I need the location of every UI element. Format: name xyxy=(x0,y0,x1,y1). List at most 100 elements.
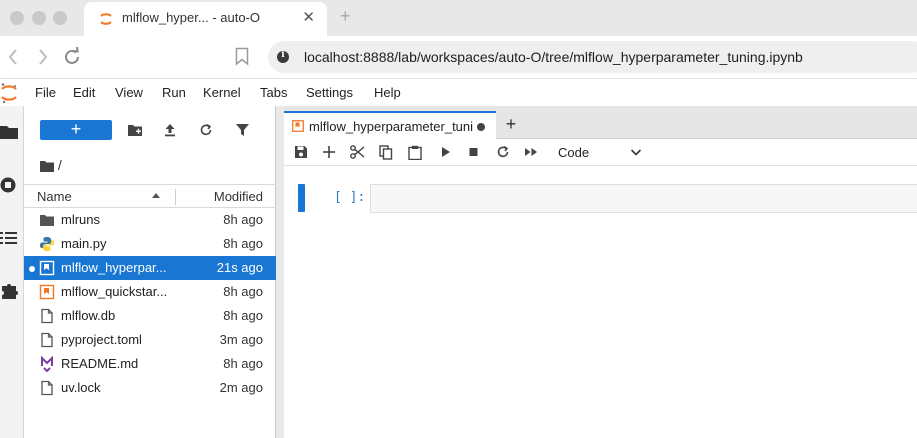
file-name: mlflow_hyperpar... xyxy=(61,260,167,275)
file-modified: 8h ago xyxy=(223,308,263,323)
chevron-down-icon[interactable] xyxy=(630,147,642,157)
notebook-toolbar: Code xyxy=(284,140,917,166)
menu-run[interactable]: Run xyxy=(162,85,186,100)
file-modified: 8h ago xyxy=(223,284,263,299)
window-close-button[interactable] xyxy=(10,11,24,25)
document-tab-bar: mlflow_hyperparameter_tuning.ipynb + xyxy=(284,106,917,139)
cut-icon[interactable] xyxy=(350,145,365,159)
file-list-header: Name Modified xyxy=(24,184,276,208)
file-name: main.py xyxy=(61,236,107,251)
refresh-icon[interactable] xyxy=(199,123,213,137)
file-icon xyxy=(41,308,53,324)
panel-resize-handle[interactable] xyxy=(276,106,284,438)
url-field[interactable]: localhost:8888/lab/workspaces/auto-O/tre… xyxy=(268,41,917,73)
cell-input-prompt: [ ]: xyxy=(334,190,366,205)
menu-bar: File Edit View Run Kernel Tabs Settings … xyxy=(0,78,917,106)
column-separator[interactable] xyxy=(175,189,176,205)
menu-settings[interactable]: Settings xyxy=(306,85,353,100)
reload-icon[interactable] xyxy=(60,45,84,69)
site-info-icon[interactable] xyxy=(277,50,289,63)
file-modified: 21s ago xyxy=(216,260,263,275)
restart-kernel-icon[interactable] xyxy=(496,145,510,159)
close-tab-icon[interactable]: ✕ xyxy=(302,10,315,25)
menu-file[interactable]: File xyxy=(35,85,56,100)
window-zoom-button[interactable] xyxy=(53,11,67,25)
file-row-main-py[interactable]: main.py 8h ago xyxy=(24,232,276,256)
cell-type-dropdown[interactable]: Code xyxy=(558,145,589,160)
browser-tab[interactable]: mlflow_hyper... - auto-O ✕ xyxy=(84,2,327,36)
file-browser: + / Name Modified mlruns 8h ago main.py … xyxy=(24,106,276,438)
breadcrumb: / xyxy=(40,157,62,173)
table-of-contents-icon[interactable] xyxy=(0,229,20,247)
jupyter-logo-icon xyxy=(1,83,17,104)
file-modified: 8h ago xyxy=(223,212,263,227)
run-cell-icon[interactable] xyxy=(440,145,452,159)
folder-icon[interactable] xyxy=(0,123,20,141)
notebook-icon xyxy=(39,284,55,300)
copy-icon[interactable] xyxy=(379,145,393,160)
extensions-icon[interactable] xyxy=(0,281,20,301)
interrupt-kernel-icon[interactable] xyxy=(468,145,480,159)
restart-run-all-icon[interactable] xyxy=(524,145,539,159)
notebook-tab[interactable]: mlflow_hyperparameter_tuning.ipynb xyxy=(284,111,496,139)
bookmark-icon[interactable] xyxy=(235,47,249,66)
file-name: mlflow.db xyxy=(61,308,116,323)
column-modified-header[interactable]: Modified xyxy=(214,189,263,204)
paste-icon[interactable] xyxy=(408,145,422,160)
file-row-mlflow-db[interactable]: mlflow.db 8h ago xyxy=(24,304,276,328)
notebook-icon xyxy=(292,120,304,132)
menu-view[interactable]: View xyxy=(115,85,143,100)
running-indicator xyxy=(29,266,35,272)
file-row-mlruns[interactable]: mlruns 8h ago xyxy=(24,208,276,232)
folder-icon xyxy=(40,215,54,226)
file-modified: 8h ago xyxy=(223,236,263,251)
markdown-icon xyxy=(41,356,53,372)
file-name: uv.lock xyxy=(61,380,101,395)
jupyter-favicon-icon xyxy=(100,13,112,25)
notebook-tab-label: mlflow_hyperparameter_tuning.ipynb xyxy=(309,119,473,134)
file-name: pyproject.toml xyxy=(61,332,142,347)
back-icon[interactable] xyxy=(2,45,26,69)
unsaved-indicator[interactable] xyxy=(477,123,485,131)
column-name-header[interactable]: Name xyxy=(37,189,72,204)
notebook-panel: [ ]: xyxy=(284,167,917,438)
file-modified: 8h ago xyxy=(223,356,263,371)
breadcrumb-root[interactable]: / xyxy=(58,157,62,173)
menu-kernel[interactable]: Kernel xyxy=(203,85,241,100)
address-bar: localhost:8888/lab/workspaces/auto-O/tre… xyxy=(0,36,917,78)
file-icon xyxy=(41,332,53,348)
sort-ascending-icon[interactable] xyxy=(152,193,160,198)
file-row-readme[interactable]: README.md 8h ago xyxy=(24,352,276,376)
python-icon xyxy=(40,237,54,251)
file-name: mlruns xyxy=(61,212,101,227)
file-list: mlruns 8h ago main.py 8h ago mlflow_hype… xyxy=(24,208,276,400)
filter-icon[interactable] xyxy=(236,123,249,137)
active-cell-marker[interactable] xyxy=(298,184,305,212)
window-minimize-button[interactable] xyxy=(32,11,46,25)
new-launcher-button[interactable]: + xyxy=(40,120,112,140)
menu-edit[interactable]: Edit xyxy=(73,85,95,100)
file-name: mlflow_quickstar... xyxy=(61,284,168,299)
insert-cell-icon[interactable] xyxy=(322,145,336,159)
file-row-pyproject[interactable]: pyproject.toml 3m ago xyxy=(24,328,276,352)
activity-bar xyxy=(0,106,24,438)
upload-icon[interactable] xyxy=(163,123,177,137)
menu-help[interactable]: Help xyxy=(374,85,401,100)
browser-tab-title: mlflow_hyper... - auto-O xyxy=(122,10,260,25)
save-icon[interactable] xyxy=(294,145,308,159)
file-modified: 3m ago xyxy=(219,332,263,347)
url-text[interactable]: localhost:8888/lab/workspaces/auto-O/tre… xyxy=(304,49,803,65)
file-row-uv-lock[interactable]: uv.lock 2m ago xyxy=(24,376,276,400)
new-folder-icon[interactable] xyxy=(127,123,143,137)
file-row-mlflow-quickstart[interactable]: mlflow_quickstar... 8h ago xyxy=(24,280,276,304)
code-cell-editor[interactable] xyxy=(370,184,917,213)
file-modified: 2m ago xyxy=(219,380,263,395)
file-row-mlflow-hyperparameter[interactable]: mlflow_hyperpar... 21s ago xyxy=(24,256,276,280)
add-tab-button[interactable]: + xyxy=(499,113,523,137)
new-tab-button[interactable]: + xyxy=(340,7,351,25)
file-name: README.md xyxy=(61,356,139,371)
folder-icon[interactable] xyxy=(40,160,54,172)
menu-tabs[interactable]: Tabs xyxy=(260,85,287,100)
running-sessions-icon[interactable] xyxy=(0,175,20,195)
forward-icon[interactable] xyxy=(30,45,54,69)
